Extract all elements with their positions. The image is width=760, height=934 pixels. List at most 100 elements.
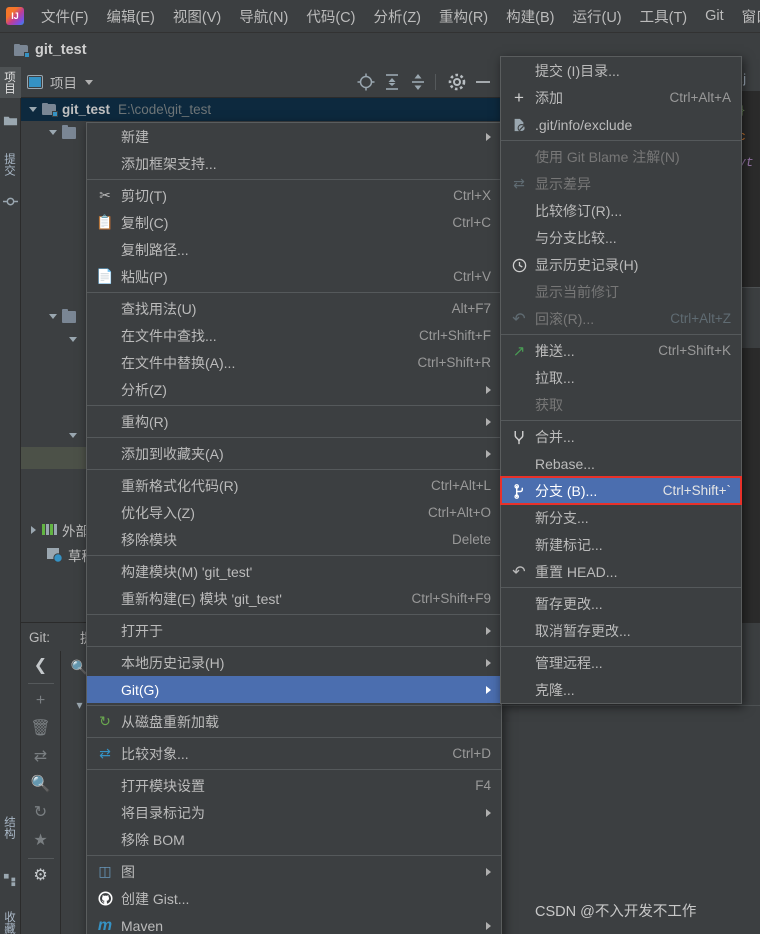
chevron-down-icon[interactable]: [47, 311, 59, 323]
menu-item-compare-with[interactable]: ⇄ 比较对象... Ctrl+D: [87, 740, 501, 767]
menubar-item-view[interactable]: 视图(V): [164, 3, 230, 30]
menubar-item-navigate[interactable]: 导航(N): [230, 3, 297, 30]
sidebar-item-project[interactable]: 项目: [0, 67, 21, 98]
sidebar-item-structure[interactable]: 结构: [0, 812, 21, 843]
menu-item-maven[interactable]: m Maven: [87, 912, 501, 934]
git-menu-item-merge[interactable]: 合并...: [501, 423, 741, 450]
diff-icon[interactable]: ⇄: [30, 746, 52, 768]
menu-item-diagrams[interactable]: ◫ 图: [87, 858, 501, 885]
menu-item-cut[interactable]: ✂ 剪切(T) Ctrl+X: [87, 182, 501, 209]
menu-item-reload-from-disk[interactable]: ↻ 从磁盘重新加载: [87, 708, 501, 735]
menu-item-build-module[interactable]: 构建模块(M) 'git_test': [87, 558, 501, 585]
menu-separator: [87, 292, 501, 293]
git-menu-item-rebase[interactable]: Rebase...: [501, 450, 741, 477]
module-folder-icon: [42, 103, 58, 117]
menu-item-replace-in-files[interactable]: 在文件中替换(A)... Ctrl+Shift+R: [87, 349, 501, 376]
menu-item-local-history[interactable]: 本地历史记录(H): [87, 649, 501, 676]
menubar-item-edit[interactable]: 编辑(E): [98, 3, 164, 30]
menu-item-add-framework-support[interactable]: 添加框架支持...: [87, 150, 501, 177]
menu-item-add-to-favorites[interactable]: 添加到收藏夹(A): [87, 440, 501, 467]
menubar-item-git[interactable]: Git: [696, 5, 733, 27]
menu-item-git[interactable]: Git(G): [87, 676, 501, 703]
menu-item-mark-directory-as[interactable]: 将目录标记为: [87, 799, 501, 826]
chevron-down-icon[interactable]: [85, 79, 93, 85]
back-arrow-icon[interactable]: ❮: [30, 655, 52, 677]
star-icon[interactable]: ★: [30, 830, 52, 852]
expand-all-icon[interactable]: [381, 71, 403, 93]
tree-row-git-test[interactable]: git_test E:\code\git_test: [21, 98, 500, 121]
gear-icon[interactable]: [446, 71, 468, 93]
menu-item-open-in[interactable]: 打开于: [87, 617, 501, 644]
menu-item-label: 暂存更改...: [535, 595, 603, 612]
branch-icon: [509, 483, 529, 499]
menubar-item-code[interactable]: 代码(C): [297, 3, 364, 30]
menu-item-new[interactable]: 新建: [87, 123, 501, 150]
menubar-item-build[interactable]: 构建(B): [497, 3, 563, 30]
chevron-down-icon[interactable]: [67, 334, 79, 346]
scratches-icon: [47, 548, 63, 562]
menu-item-remove-bom[interactable]: 移除 BOM: [87, 826, 501, 853]
breadcrumb-project-name[interactable]: git_test: [35, 42, 87, 58]
menu-item-reformat-code[interactable]: 重新格式化代码(R) Ctrl+Alt+L: [87, 472, 501, 499]
minimize-icon[interactable]: [472, 71, 494, 93]
sidebar-item-favorites[interactable]: 收藏夹: [0, 907, 21, 934]
menu-separator: [87, 769, 501, 770]
submenu-arrow-icon: [486, 867, 491, 876]
menu-item-label: 添加到收藏夹(A): [121, 445, 224, 462]
git-menu-item-rollback: ↶ 回滚(R)... Ctrl+Alt+Z: [501, 305, 741, 332]
menu-item-label: 移除模块: [121, 531, 177, 548]
menu-item-copy-path[interactable]: 复制路径...: [87, 236, 501, 263]
git-menu-item-new-branch[interactable]: 新分支...: [501, 504, 741, 531]
menubar-item-file[interactable]: 文件(F): [32, 3, 98, 30]
git-menu-item-compare-with-branch[interactable]: 与分支比较...: [501, 224, 741, 251]
git-menu-item-new-tag[interactable]: 新建标记...: [501, 531, 741, 558]
git-menu-item-clone[interactable]: 克隆...: [501, 676, 741, 703]
add-icon[interactable]: +: [30, 690, 52, 712]
git-menu-item-compare-revisions[interactable]: 比较修订(R)...: [501, 197, 741, 224]
git-menu-item-pull[interactable]: 拉取...: [501, 364, 741, 391]
menu-item-optimize-imports[interactable]: 优化导入(Z) Ctrl+Alt+O: [87, 499, 501, 526]
locate-icon[interactable]: [355, 71, 377, 93]
chevron-down-icon[interactable]: [67, 430, 79, 442]
menu-item-label: 获取: [535, 396, 563, 413]
menu-item-find-in-files[interactable]: 在文件中查找... Ctrl+Shift+F: [87, 322, 501, 349]
menubar-item-run[interactable]: 运行(U): [563, 3, 630, 30]
refresh-icon[interactable]: ↻: [30, 802, 52, 824]
git-menu-item-unstash-changes[interactable]: 取消暂存更改...: [501, 617, 741, 644]
search-icon[interactable]: 🔍: [30, 774, 52, 796]
diff-icon: ⇄: [513, 175, 525, 191]
menu-item-shortcut: Ctrl+Alt+A: [669, 90, 731, 105]
git-menu-item-show-history[interactable]: 显示历史记录(H): [501, 251, 741, 278]
menu-item-label: 构建模块(M) 'git_test': [121, 563, 253, 580]
delete-icon[interactable]: 🗑: [30, 718, 52, 740]
menubar-item-tools[interactable]: 工具(T): [631, 3, 697, 30]
menu-item-find-usages[interactable]: 查找用法(U) Alt+F7: [87, 295, 501, 322]
menu-item-refactor[interactable]: 重构(R): [87, 408, 501, 435]
menu-item-create-gist[interactable]: 创建 Gist...: [87, 885, 501, 912]
git-menu-item-exclude[interactable]: .git/info/exclude: [501, 111, 741, 138]
menu-item-copy[interactable]: 📋 复制(C) Ctrl+C: [87, 209, 501, 236]
menubar-item-window[interactable]: 窗口(: [733, 3, 760, 30]
git-menu-item-branches[interactable]: 分支 (B)... Ctrl+Shift+`: [500, 476, 742, 505]
git-menu-item-add[interactable]: + 添加 Ctrl+Alt+A: [501, 84, 741, 111]
reset-icon: ↶: [512, 563, 526, 581]
menubar-item-analyze[interactable]: 分析(Z): [364, 3, 430, 30]
tree-row-highlighted[interactable]: [21, 447, 91, 469]
chevron-down-icon[interactable]: [27, 104, 39, 116]
git-menu-item-reset-head[interactable]: ↶ 重置 HEAD...: [501, 558, 741, 585]
menu-item-paste[interactable]: 📄 粘贴(P) Ctrl+V: [87, 263, 501, 290]
git-menu-item-push[interactable]: ↗ 推送... Ctrl+Shift+K: [501, 337, 741, 364]
chevron-right-icon[interactable]: [27, 524, 39, 536]
sidebar-item-commit[interactable]: 提交: [0, 149, 21, 180]
gear-icon[interactable]: ⚙: [30, 865, 52, 887]
chevron-down-icon[interactable]: [47, 127, 59, 139]
git-menu-item-manage-remotes[interactable]: 管理远程...: [501, 649, 741, 676]
menu-item-rebuild-module[interactable]: 重新构建(E) 模块 'git_test' Ctrl+Shift+F9: [87, 585, 501, 612]
collapse-all-icon[interactable]: [407, 71, 429, 93]
git-menu-item-commit-directory[interactable]: 提交 (I)目录...: [501, 57, 741, 84]
git-menu-item-stash-changes[interactable]: 暂存更改...: [501, 590, 741, 617]
menu-item-analyze[interactable]: 分析(Z): [87, 376, 501, 403]
menu-item-open-module-settings[interactable]: 打开模块设置 F4: [87, 772, 501, 799]
menubar-item-refactor[interactable]: 重构(R): [430, 3, 497, 30]
menu-item-remove-module[interactable]: 移除模块 Delete: [87, 526, 501, 553]
